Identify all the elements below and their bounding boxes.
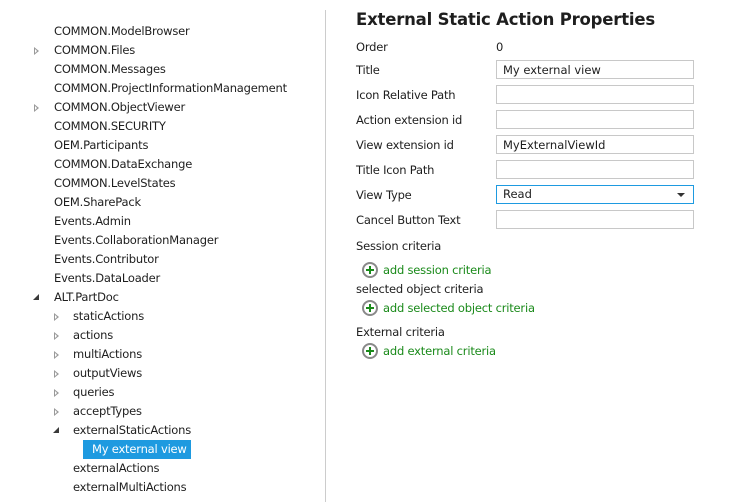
icon-relative-path-input[interactable] [496,85,694,104]
tree-item[interactable]: ALT.PartDoc [0,288,325,307]
tree-item[interactable]: COMMON.Files [0,41,325,60]
tree-item[interactable]: outputViews [0,364,325,383]
tree-item-label: My external view [83,440,191,459]
tree-view[interactable]: COMMON.ModelBrowser COMMON.Files COMMON.Me… [0,0,325,502]
cancel-button-text-label: Cancel Button Text [356,213,461,227]
plus-circle-icon [362,262,378,278]
dropdown-caret-icon [677,192,685,197]
collapsed-arrow-icon[interactable] [52,345,62,364]
session-criteria-label: Session criteria [356,239,442,253]
tree-item-label: COMMON.DataExchange [54,157,193,171]
add-session-criteria-button[interactable]: add session criteria [362,262,492,278]
tree-item-label: staticActions [73,309,144,323]
view-type-label: View Type [356,188,412,202]
action-extension-id-label: Action extension id [356,113,463,127]
plus-circle-icon [362,343,378,359]
tree-item-label: Events.Contributor [54,252,159,266]
tree-item-label: Events.DataLoader [54,271,161,285]
tree-item-label: COMMON.LevelStates [54,176,176,190]
tree-item[interactable]: COMMON.Messages [0,60,325,79]
tree-item-label: COMMON.ObjectViewer [54,100,185,114]
tree-item-label: COMMON.SECURITY [54,119,166,133]
tree-item[interactable]: externalMultiActions [0,478,325,497]
tree-item-label: COMMON.Files [54,43,136,57]
tree-item-label: OEM.Participants [54,138,149,152]
tree-item-label: ALT.PartDoc [54,290,119,304]
tree-item-label: COMMON.ProjectInformationManagement [54,81,287,95]
tree-item[interactable]: staticActions [0,307,325,326]
cancel-button-text-input[interactable] [496,210,694,229]
tree-item[interactable]: queries [0,383,325,402]
icon-relative-path-label: Icon Relative Path [356,88,456,102]
tree-item[interactable]: COMMON.ObjectViewer [0,98,325,117]
tree-item[interactable]: multiActions [0,345,325,364]
tree-item[interactable]: acceptTypes [0,402,325,421]
tree-item-label: actions [73,328,113,342]
tree-item[interactable]: COMMON.SECURITY [0,117,325,136]
tree-item[interactable]: actions [0,326,325,345]
view-type-value: Read [503,187,532,201]
collapsed-arrow-icon[interactable] [52,326,62,345]
tree-item[interactable]: Events.CollaborationManager [0,231,325,250]
tree-item-label: COMMON.ModelBrowser [54,24,190,38]
collapsed-arrow-icon[interactable] [52,402,62,421]
order-label: Order [356,40,388,54]
view-extension-id-label: View extension id [356,138,454,152]
tree-item[interactable]: Events.Contributor [0,250,325,269]
expanded-arrow-icon[interactable] [52,421,62,440]
tree-item-label: queries [73,385,115,399]
tree-item-label: externalActions [73,461,160,475]
expanded-arrow-icon[interactable] [32,288,42,307]
add-external-criteria-label: add external criteria [383,344,496,358]
tree-item-label: multiActions [73,347,142,361]
tree-item[interactable]: COMMON.ProjectInformationManagement [0,79,325,98]
tree-item[interactable]: externalStaticActions [0,421,325,440]
tree-item-label: acceptTypes [73,404,142,418]
action-extension-id-input[interactable] [496,110,694,129]
tree-item-label: OEM.SharePack [54,195,141,209]
collapsed-arrow-icon[interactable] [52,307,62,326]
external-criteria-label: External criteria [356,325,445,339]
add-selected-object-criteria-button[interactable]: add selected object criteria [362,300,535,316]
tree-item[interactable]: OEM.Participants [0,136,325,155]
properties-panel: External Static Action Properties Order … [356,0,740,502]
tree-item[interactable]: externalActions [0,459,325,478]
tree-item-label: COMMON.Messages [54,62,166,76]
properties-title: External Static Action Properties [356,10,655,29]
tree-item[interactable]: OEM.SharePack [0,193,325,212]
title-input[interactable] [496,60,694,79]
tree-item[interactable]: COMMON.DataExchange [0,155,325,174]
plus-circle-icon [362,300,378,316]
title-icon-path-input[interactable] [496,160,694,179]
add-external-criteria-button[interactable]: add external criteria [362,343,496,359]
order-value: 0 [496,40,504,54]
tree-item-label: externalMultiActions [73,480,187,494]
collapsed-arrow-icon[interactable] [52,364,62,383]
collapsed-arrow-icon[interactable] [32,41,42,60]
view-type-select[interactable]: Read [496,185,694,204]
tree-item-label: outputViews [73,366,143,380]
add-selected-object-criteria-label: add selected object criteria [383,301,535,315]
panel-divider[interactable] [325,10,326,502]
tree-item-label: externalStaticActions [73,423,192,437]
tree-item-label: Events.CollaborationManager [54,233,219,247]
collapsed-arrow-icon[interactable] [32,98,42,117]
view-extension-id-input[interactable] [496,135,694,154]
selected-object-criteria-label: selected object criteria [356,282,484,296]
tree-item-label: Events.Admin [54,214,131,228]
title-label: Title [356,63,380,77]
title-icon-path-label: Title Icon Path [356,163,435,177]
tree-item[interactable]: Events.DataLoader [0,269,325,288]
add-session-criteria-label: add session criteria [383,263,492,277]
tree-item[interactable]: Events.Admin [0,212,325,231]
collapsed-arrow-icon[interactable] [52,383,62,402]
tree-item[interactable]: My external view [0,440,325,459]
tree-item[interactable]: COMMON.LevelStates [0,174,325,193]
tree-item[interactable]: COMMON.ModelBrowser [0,22,325,41]
